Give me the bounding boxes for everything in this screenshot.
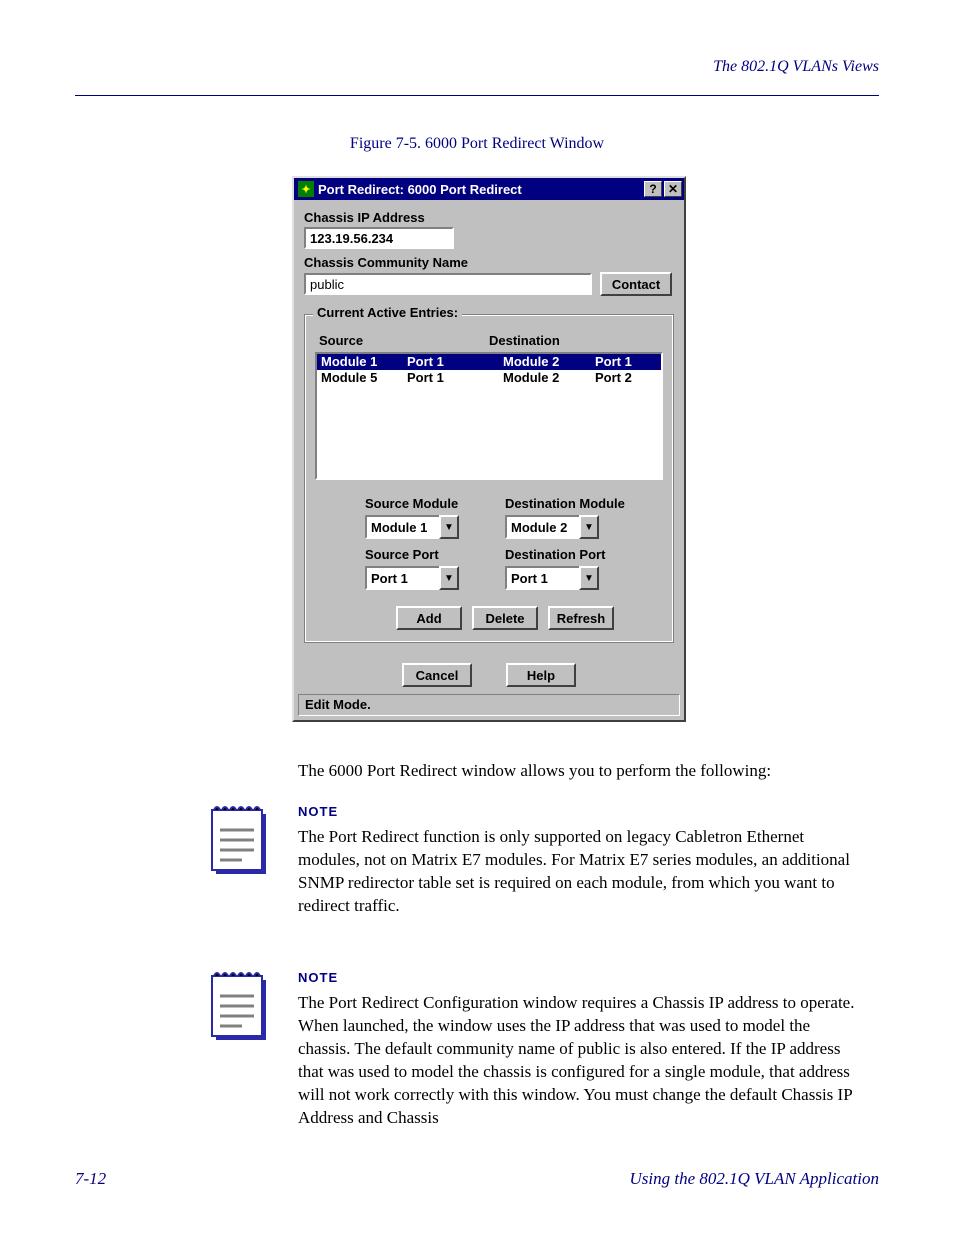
list-cell: Port 2 xyxy=(595,370,657,386)
entries-listbox[interactable]: Module 1Port 1Module 2Port 1Module 5Port… xyxy=(315,352,663,480)
source-port-dropdown[interactable]: Port 1 ▼ xyxy=(365,566,459,590)
note-2-body: The Port Redirect Configuration window r… xyxy=(298,992,859,1130)
community-name-input[interactable] xyxy=(304,273,592,295)
destination-port-dropdown[interactable]: Port 1 ▼ xyxy=(505,566,599,590)
destination-module-value: Module 2 xyxy=(505,515,579,539)
source-column-header: Source xyxy=(319,333,489,348)
list-cell: Port 1 xyxy=(407,354,503,370)
source-module-dropdown[interactable]: Module 1 ▼ xyxy=(365,515,459,539)
status-bar: Edit Mode. xyxy=(298,694,680,716)
source-module-value: Module 1 xyxy=(365,515,439,539)
note-label: NOTE xyxy=(298,804,338,819)
help-button[interactable]: Help xyxy=(506,663,576,687)
list-item[interactable]: Module 1Port 1Module 2Port 1 xyxy=(317,354,661,370)
titlebar[interactable]: ✦ Port Redirect: 6000 Port Redirect ? ✕ xyxy=(294,178,684,200)
list-cell: Port 1 xyxy=(595,354,657,370)
source-port-label: Source Port xyxy=(365,547,505,562)
contact-button[interactable]: Contact xyxy=(600,272,672,296)
list-item[interactable]: Module 5Port 1Module 2Port 2 xyxy=(317,370,661,386)
note-1-body: The Port Redirect function is only suppo… xyxy=(298,826,859,918)
list-cell: Module 5 xyxy=(321,370,407,386)
ip-address-label: Chassis IP Address xyxy=(304,210,674,225)
chevron-down-icon[interactable]: ▼ xyxy=(579,515,599,539)
refresh-button[interactable]: Refresh xyxy=(548,606,614,630)
ip-address-input[interactable] xyxy=(304,227,454,249)
port-redirect-dialog: ✦ Port Redirect: 6000 Port Redirect ? ✕ … xyxy=(292,176,686,722)
community-name-label: Chassis Community Name xyxy=(304,255,674,270)
active-entries-group: Current Active Entries: Source Destinati… xyxy=(304,314,674,643)
destination-module-dropdown[interactable]: Module 2 ▼ xyxy=(505,515,599,539)
window-title: Port Redirect: 6000 Port Redirect xyxy=(318,182,642,197)
chevron-down-icon[interactable]: ▼ xyxy=(439,515,459,539)
app-icon: ✦ xyxy=(298,181,314,197)
add-button[interactable]: Add xyxy=(396,606,462,630)
figure-label: Figure 7-5. xyxy=(350,135,421,152)
notepad-icon xyxy=(208,800,270,876)
close-icon[interactable]: ✕ xyxy=(664,181,682,197)
chevron-down-icon[interactable]: ▼ xyxy=(579,566,599,590)
paragraph-intro: The 6000 Port Redirect window allows you… xyxy=(298,760,859,783)
list-cell: Module 2 xyxy=(503,354,595,370)
list-cell: Module 2 xyxy=(503,370,595,386)
help-icon[interactable]: ? xyxy=(644,181,662,197)
active-entries-legend: Current Active Entries: xyxy=(313,305,462,320)
destination-port-value: Port 1 xyxy=(505,566,579,590)
destination-module-label: Destination Module xyxy=(505,496,645,511)
source-port-value: Port 1 xyxy=(365,566,439,590)
figure-caption: Figure 7-5. 6000 Port Redirect Window xyxy=(0,135,954,153)
page-header-section: The 802.1Q VLANs Views xyxy=(75,58,879,76)
figure-title: 6000 Port Redirect Window xyxy=(425,135,604,152)
list-cell: Port 1 xyxy=(407,370,503,386)
destination-port-label: Destination Port xyxy=(505,547,645,562)
note-label: NOTE xyxy=(298,970,338,985)
header-rule xyxy=(75,95,879,96)
source-module-label: Source Module xyxy=(365,496,505,511)
cancel-button[interactable]: Cancel xyxy=(402,663,472,687)
destination-column-header: Destination xyxy=(489,333,659,348)
chevron-down-icon[interactable]: ▼ xyxy=(439,566,459,590)
list-cell: Module 1 xyxy=(321,354,407,370)
delete-button[interactable]: Delete xyxy=(472,606,538,630)
footer-doc-title: Using the 802.1Q VLAN Application xyxy=(630,1169,880,1189)
page-number: 7-12 xyxy=(75,1169,106,1189)
notepad-icon xyxy=(208,966,270,1042)
